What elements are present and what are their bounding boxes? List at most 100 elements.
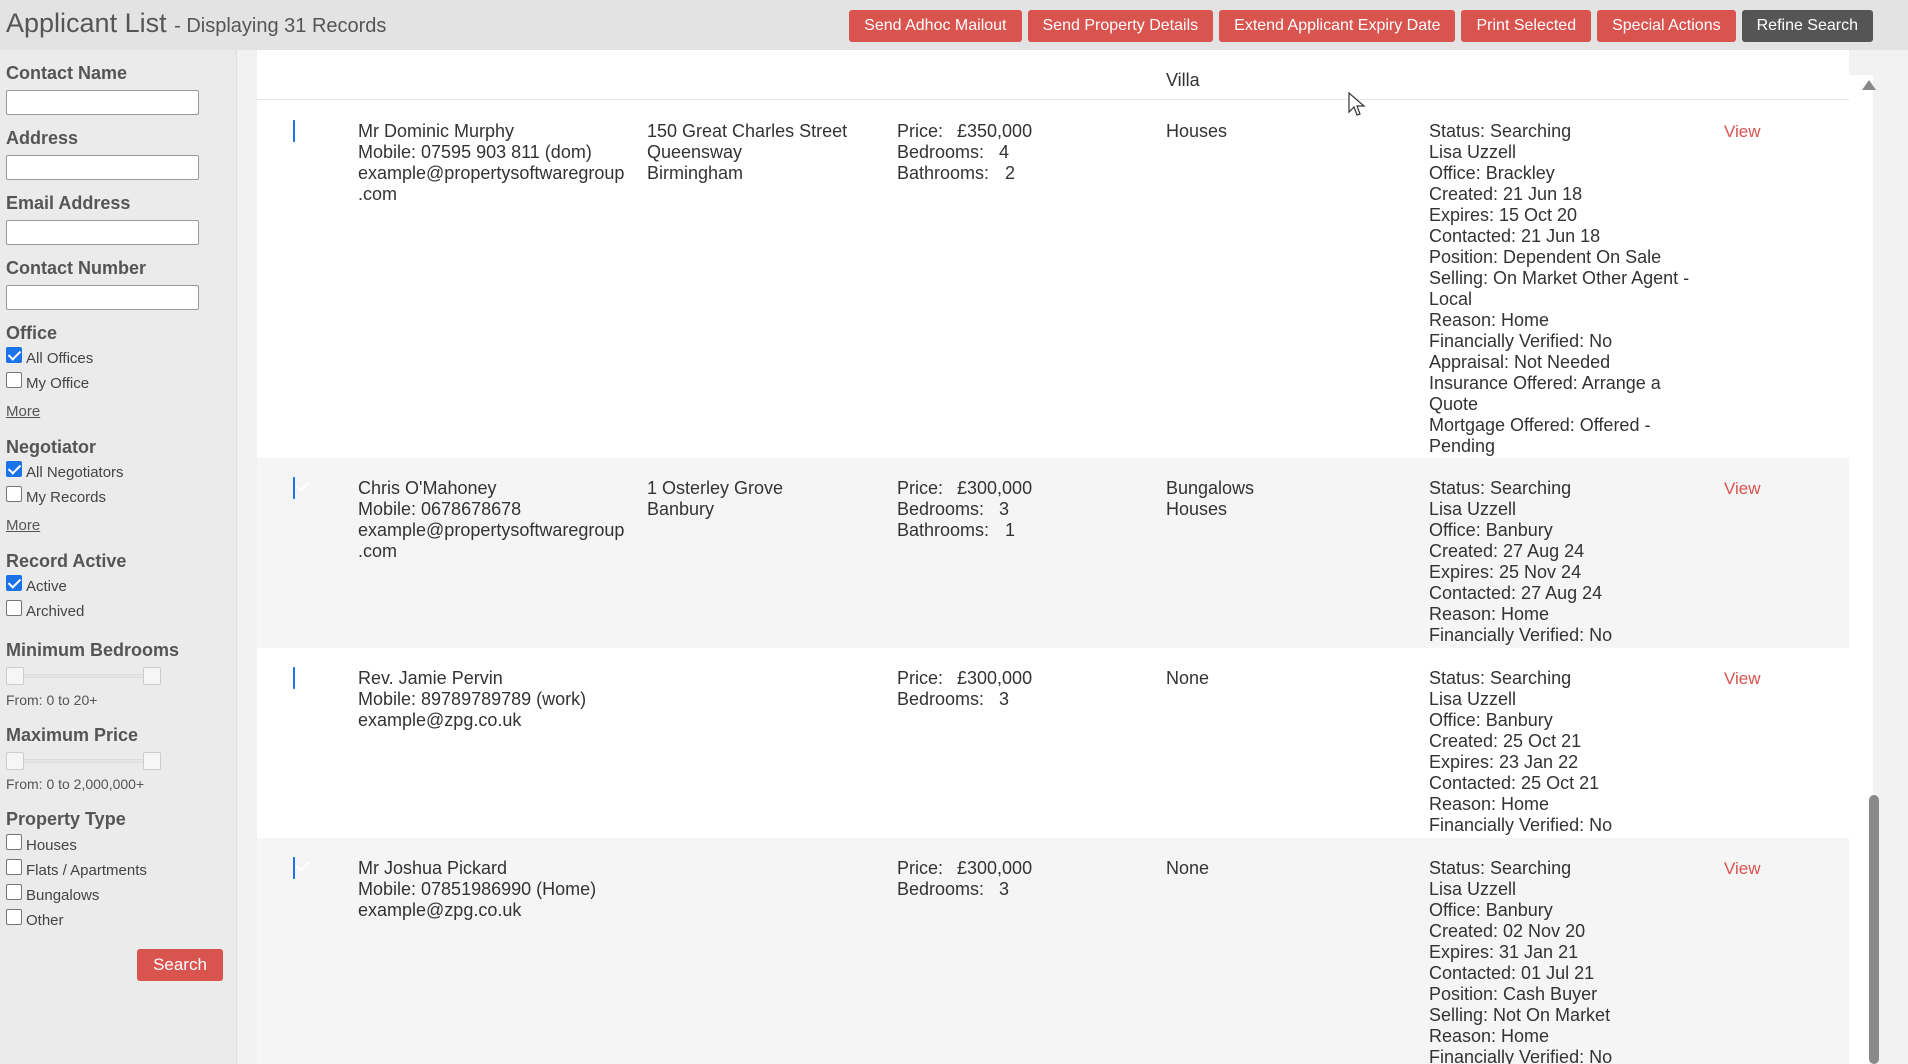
- extend-expiry-button[interactable]: Extend Applicant Expiry Date: [1219, 10, 1456, 42]
- max-price-slider[interactable]: [6, 752, 161, 770]
- price-label: Price:: [897, 858, 944, 878]
- applicant-mobile: Mobile: 07595 903 811 (dom): [358, 142, 592, 162]
- applicant-requirements: Price: £350,000 Bedrooms: 4 Bathrooms: 2: [897, 121, 1127, 184]
- type-bungalows-option[interactable]: Bungalows: [6, 883, 100, 904]
- type-flats-checkbox[interactable]: [6, 858, 22, 875]
- property-type: Houses: [1166, 499, 1228, 519]
- type-other-label: Other: [26, 912, 64, 929]
- scroll-up-arrow-icon[interactable]: [1862, 80, 1876, 90]
- min-bedrooms-high-handle[interactable]: [143, 667, 161, 685]
- applicant-list: Villa Mr Dominic Murphy Mobile: 07595 90…: [257, 50, 1849, 1064]
- bedrooms-value: 3: [999, 689, 1010, 709]
- bedrooms-label: Bedrooms:: [897, 142, 985, 162]
- print-selected-button[interactable]: Print Selected: [1461, 10, 1592, 42]
- filter-sidebar: Contact Name Address Email Address Conta…: [0, 50, 237, 1064]
- archived-label: Archived: [26, 603, 85, 620]
- status-line: Contacted: 27 Aug 24: [1429, 583, 1603, 603]
- archived-option[interactable]: Archived: [6, 599, 85, 620]
- scrollbar-thumb[interactable]: [1869, 795, 1879, 1064]
- status-line: Expires: 23 Jan 22: [1429, 752, 1579, 772]
- status-line: Created: 21 Jun 18: [1429, 184, 1583, 204]
- min-bedrooms-range: From: 0 to 20+: [6, 692, 98, 708]
- property-types: None: [1166, 858, 1366, 879]
- bedrooms-label: Bedrooms:: [897, 689, 985, 709]
- status-line: Expires: 25 Nov 24: [1429, 562, 1582, 582]
- type-flats-option[interactable]: Flats / Apartments: [6, 858, 147, 879]
- negotiator-all-checkbox[interactable]: [6, 460, 22, 477]
- applicant-status: Status: Searching Lisa Uzzell Office: Ba…: [1429, 668, 1719, 836]
- price-value: £350,000: [957, 121, 1033, 141]
- price-label: Price:: [897, 668, 944, 688]
- status-line: Created: 25 Oct 21: [1429, 731, 1582, 751]
- office-mine-checkbox[interactable]: [6, 371, 22, 388]
- search-button[interactable]: Search: [137, 949, 223, 981]
- bathrooms-value: 2: [1005, 163, 1016, 183]
- send-property-details-button[interactable]: Send Property Details: [1027, 10, 1214, 42]
- active-option[interactable]: Active: [6, 574, 67, 595]
- office-mine-option[interactable]: My Office: [6, 371, 89, 392]
- applicant-name: Mr Dominic Murphy: [358, 121, 515, 141]
- max-price-low-handle[interactable]: [6, 752, 24, 770]
- status-line: Financially Verified: No: [1429, 331, 1613, 351]
- bathrooms-label: Bathrooms:: [897, 163, 990, 183]
- property-type: Bungalows: [1166, 478, 1255, 498]
- address-input[interactable]: [6, 155, 199, 180]
- negotiator-more-link[interactable]: More: [6, 517, 40, 534]
- view-applicant-link[interactable]: View: [1724, 478, 1761, 499]
- refine-search-button[interactable]: Refine Search: [1741, 10, 1873, 42]
- special-actions-button[interactable]: Special Actions: [1597, 10, 1736, 42]
- view-applicant-link[interactable]: View: [1724, 668, 1761, 689]
- type-houses-option[interactable]: Houses: [6, 833, 77, 854]
- type-houses-checkbox[interactable]: [6, 833, 22, 850]
- applicant-requirements: Price: £300,000 Bedrooms: 3 Bathrooms: 1: [897, 478, 1127, 541]
- type-houses-label: Houses: [26, 837, 77, 854]
- property-types: Houses: [1166, 121, 1366, 142]
- applicant-name: Chris O'Mahoney: [358, 478, 497, 498]
- contact-number-label: Contact Number: [6, 258, 147, 278]
- bathrooms-label: Bathrooms:: [897, 520, 990, 540]
- active-checkbox[interactable]: [6, 574, 22, 591]
- property-types: Bungalows Houses: [1166, 478, 1366, 520]
- row-select-checkbox[interactable]: [293, 667, 295, 689]
- row-select-checkbox[interactable]: [293, 120, 295, 142]
- send-adhoc-mailout-button[interactable]: Send Adhoc Mailout: [849, 10, 1022, 42]
- office-all-checkbox[interactable]: [6, 346, 22, 363]
- email-input[interactable]: [6, 220, 199, 245]
- email-label: Email Address: [6, 193, 131, 213]
- view-applicant-link[interactable]: View: [1724, 858, 1761, 879]
- status-line: Reason: Home: [1429, 1026, 1550, 1046]
- applicant-requirements: Price: £300,000 Bedrooms: 3: [897, 668, 1127, 710]
- applicant-status: Status: Searching Lisa Uzzell Office: Br…: [1429, 121, 1719, 457]
- view-applicant-link[interactable]: View: [1724, 121, 1761, 142]
- office-more-link[interactable]: More: [6, 403, 40, 420]
- archived-checkbox[interactable]: [6, 599, 22, 616]
- min-bedrooms-slider[interactable]: [6, 667, 161, 685]
- status-line: Appraisal: Not Needed: [1429, 352, 1611, 372]
- type-bungalows-label: Bungalows: [26, 887, 100, 904]
- property-type: Houses: [1166, 121, 1228, 141]
- status-line: Mortgage Offered: Offered -: [1429, 415, 1651, 435]
- property-type: None: [1166, 858, 1210, 878]
- negotiator-mine-option[interactable]: My Records: [6, 485, 106, 506]
- active-label: Active: [26, 578, 67, 595]
- row-select-checkbox[interactable]: [293, 857, 295, 879]
- contact-number-input[interactable]: [6, 285, 199, 310]
- status-line: Status: Searching: [1429, 668, 1572, 688]
- office-all-option[interactable]: All Offices: [6, 346, 94, 367]
- type-bungalows-checkbox[interactable]: [6, 883, 22, 900]
- type-other-option[interactable]: Other: [6, 908, 64, 929]
- negotiator-mine-checkbox[interactable]: [6, 485, 22, 502]
- applicant-row: Chris O'Mahoney Mobile: 0678678678 examp…: [257, 458, 1849, 648]
- type-other-checkbox[interactable]: [6, 908, 22, 925]
- address-line: Banbury: [647, 499, 715, 519]
- status-line: Quote: [1429, 394, 1479, 414]
- row-select-checkbox[interactable]: [293, 477, 295, 499]
- contact-name-input[interactable]: [6, 90, 199, 115]
- previous-row-type: Villa: [1166, 70, 1200, 90]
- min-bedrooms-low-handle[interactable]: [6, 667, 24, 685]
- max-price-high-handle[interactable]: [143, 752, 161, 770]
- negotiator-all-option[interactable]: All Negotiators: [6, 460, 124, 481]
- record-active-label: Record Active: [6, 551, 127, 571]
- address-line: Birmingham: [647, 163, 744, 183]
- office-all-label: All Offices: [26, 350, 94, 367]
